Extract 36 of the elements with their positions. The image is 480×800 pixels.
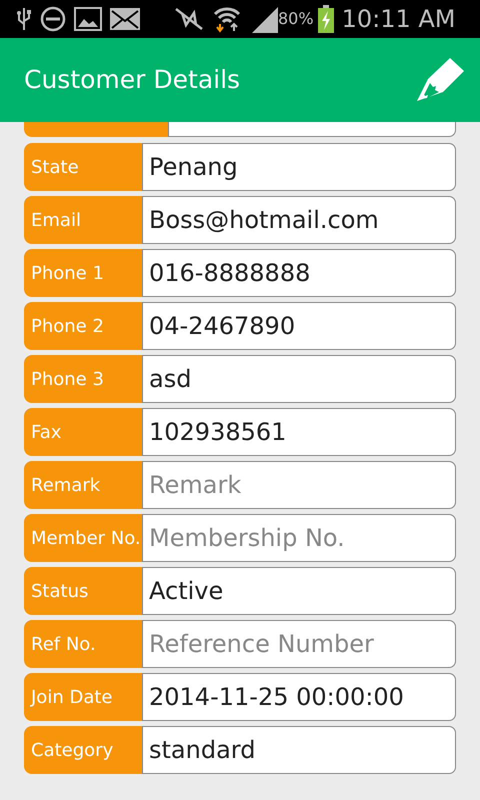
text-field[interactable]: 2014-11-25 00:00:00 [142,673,456,721]
screen-title: Customer Details [24,64,240,96]
usb-icon [16,6,32,32]
field-label: Fax [24,408,142,456]
field-label: Email [24,196,142,244]
pencil-icon[interactable] [416,57,466,103]
wifi-icon [212,5,242,33]
battery-percent: 80% [278,8,314,30]
field-label: Status [24,567,142,615]
clock-time: 10:11 AM [342,4,456,35]
field-label: Phone 2 [24,302,142,350]
text-field[interactable]: asd [142,355,456,403]
field-label: Phone 1 [24,249,142,297]
text-field[interactable]: standard [142,726,456,774]
field-label: Member No. [24,514,142,562]
text-field[interactable]: 102938561 [142,408,456,456]
text-field[interactable]: Reference Number [142,620,456,668]
text-field[interactable]: Membership No. [142,514,456,562]
field-label: Join Date [24,673,142,721]
battery-charging-icon [318,5,334,33]
text-field[interactable]: 016-8888888 [142,249,456,297]
vibrate-mute-icon [174,7,204,31]
field-label: Ref No. [24,620,142,668]
text-field[interactable]: Boss@hotmail.com [142,196,456,244]
field-label: State [24,143,142,191]
field-label: Remark [24,461,142,509]
mail-icon [110,8,140,30]
do-not-disturb-icon [40,6,66,32]
text-field[interactable]: Remark [142,461,456,509]
image-icon [74,7,102,31]
text-field[interactable]: Active [142,567,456,615]
field-label: Category [24,726,142,774]
text-field[interactable]: Penang [142,143,456,191]
text-field[interactable]: 04-2467890 [142,302,456,350]
signal-icon [250,5,278,33]
field-label: Phone 3 [24,355,142,403]
